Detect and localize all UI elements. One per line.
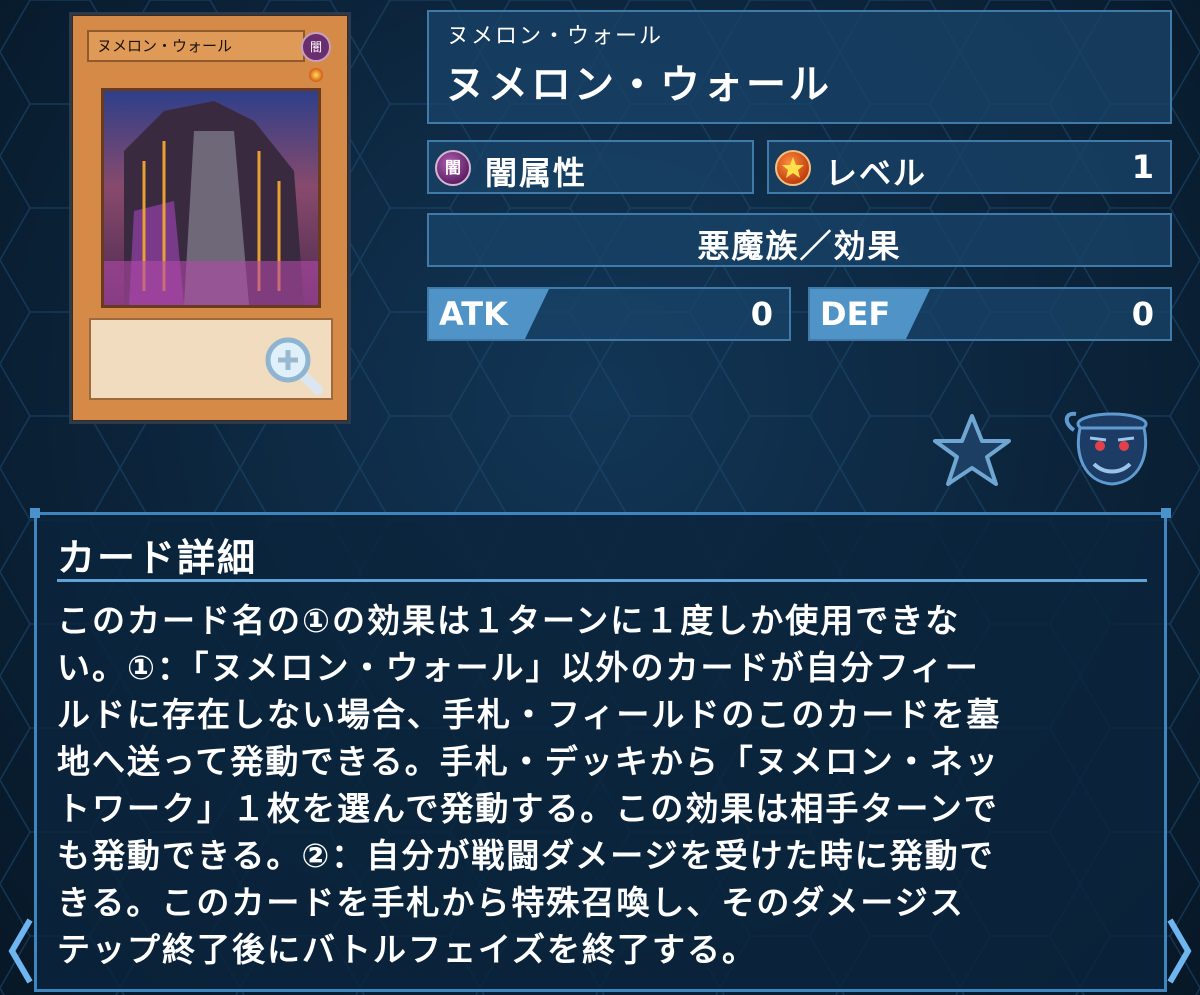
card-details-panel: カード詳細 このカード名の①の効果は１ターンに１度しか使用できな い。①：「ヌメ…: [34, 512, 1167, 992]
atk-label: ATK: [439, 295, 508, 333]
star-icon[interactable]: [932, 412, 1012, 488]
card-name-reading: ヌメロン・ウォール: [447, 24, 664, 49]
card-attribute-icon: 闇: [301, 32, 331, 62]
def-label: DEF: [820, 295, 891, 333]
atk-panel: ATK 0: [427, 287, 791, 341]
def-panel: DEF 0: [808, 287, 1172, 341]
dark-attribute-icon: 闇: [435, 150, 471, 186]
level-value: 1: [1131, 148, 1154, 186]
card-effect-text: このカード名の①の効果は１ターンに１度しか使用できな い。①：「ヌメロン・ウォー…: [57, 601, 1002, 969]
type-panel: 悪魔族／効果: [427, 213, 1172, 267]
attribute-label: 闇属性: [485, 154, 588, 192]
card-artwork: [101, 88, 321, 308]
card-name: ヌメロン・ウォール: [445, 62, 832, 108]
corner-ornament: [30, 508, 40, 518]
card-level-star-icon: [309, 68, 323, 82]
level-panel: レベル 1: [767, 140, 1172, 194]
attribute-panel: 闇 闇属性: [427, 140, 754, 194]
def-value: 0: [1131, 295, 1154, 333]
card-copyright: [89, 406, 333, 414]
zoom-in-icon[interactable]: [262, 334, 324, 396]
details-title: カード詳細: [57, 536, 258, 580]
level-star-icon: [775, 150, 811, 186]
type-line: 悪魔族／効果: [697, 227, 902, 265]
chevron-left-icon[interactable]: [6, 916, 34, 986]
card-image-name: ヌメロン・ウォール: [87, 30, 305, 62]
pot-of-greed-icon[interactable]: [1060, 404, 1160, 488]
chevron-right-icon[interactable]: [1166, 916, 1194, 986]
atk-value: 0: [750, 295, 773, 333]
details-divider: [57, 579, 1147, 582]
card-name-panel: ヌメロン・ウォール ヌメロン・ウォール: [427, 10, 1172, 124]
corner-ornament: [1161, 508, 1171, 518]
level-label: レベル: [825, 154, 928, 192]
